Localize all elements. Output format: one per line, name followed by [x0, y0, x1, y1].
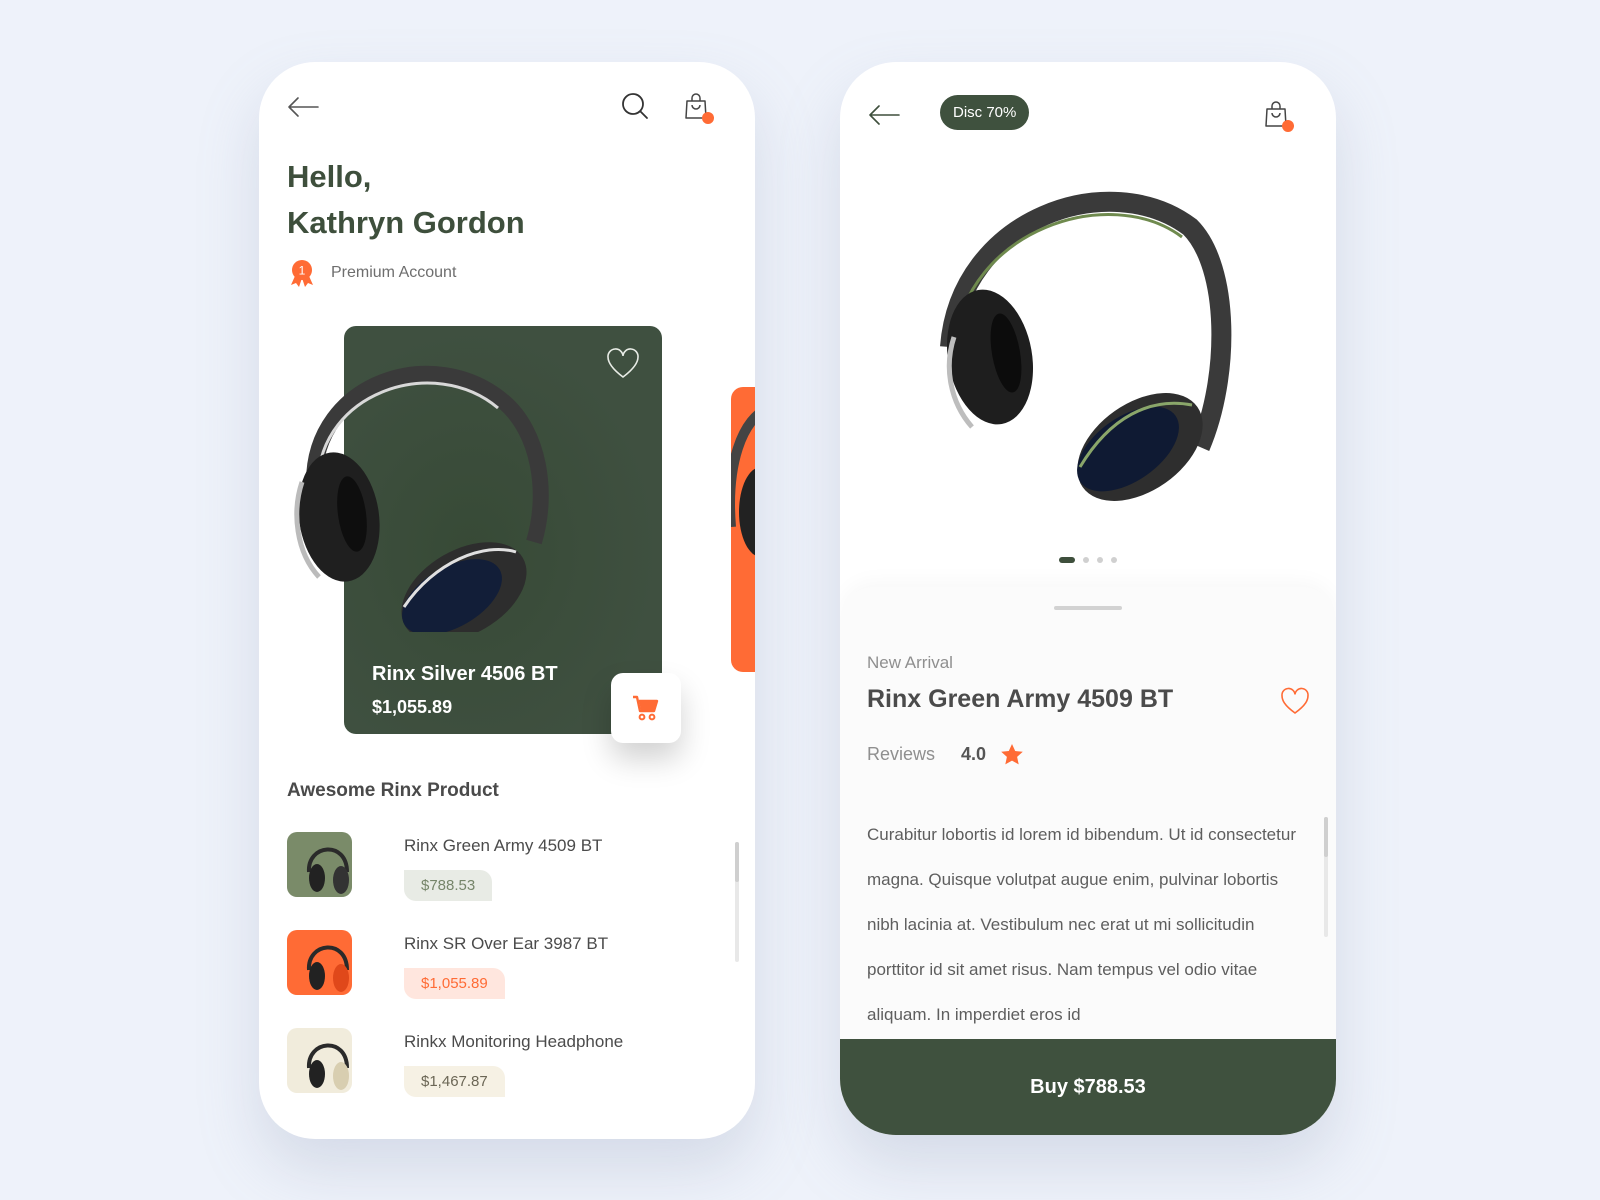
product-title: Rinx Green Army 4509 BT [867, 685, 1174, 713]
product-list: Rinx Green Army 4509 BT $788.53 Rinx SR … [287, 832, 727, 1126]
account-type-label: Premium Account [331, 264, 457, 281]
product-thumbnail [287, 832, 352, 897]
section-title: Awesome Rinx Product [287, 780, 499, 801]
star-icon [1001, 744, 1023, 765]
featured-headphone-image [294, 365, 549, 632]
greeting-hello: Hello, [287, 159, 372, 194]
notification-dot [702, 112, 714, 124]
carousel-dot[interactable] [1097, 557, 1103, 563]
next-product-card[interactable] [725, 387, 755, 672]
carousel-dot-active[interactable] [1059, 557, 1075, 563]
arrow-left-icon [288, 97, 319, 117]
product-list-scrollbar[interactable] [735, 842, 739, 962]
product-name: Rinkx Monitoring Headphone [404, 1032, 624, 1051]
add-to-cart-button[interactable] [611, 673, 681, 743]
product-price: $1,467.87 [404, 1066, 505, 1097]
product-list-item[interactable]: Rinx SR Over Ear 3987 BT $1,055.89 [287, 930, 727, 1028]
cart-icon [633, 695, 659, 721]
product-thumbnail [287, 1028, 352, 1093]
headphone-image [306, 847, 349, 894]
carousel-dot[interactable] [1111, 557, 1117, 563]
reviews-label: Reviews [867, 744, 936, 764]
product-description: Curabitur lobortis id lorem id bibendum.… [867, 825, 1296, 1024]
cart-bag-button[interactable] [1264, 100, 1294, 132]
cart-bag-button[interactable] [684, 92, 714, 124]
product-list-item[interactable]: Rinkx Monitoring Headphone $1,467.87 [287, 1028, 727, 1126]
product-thumbnail [287, 930, 352, 995]
arrow-left-icon [869, 105, 900, 125]
headphone-image [725, 410, 755, 556]
favorite-heart-icon[interactable] [606, 348, 640, 380]
search-icon [622, 93, 648, 119]
back-button[interactable] [868, 104, 900, 131]
sheet-drag-handle[interactable] [1054, 606, 1122, 610]
product-price: $1,055.89 [404, 968, 505, 999]
scrollbar-thumb[interactable] [735, 842, 739, 882]
search-button[interactable] [621, 92, 649, 120]
favorite-heart-icon[interactable] [1280, 687, 1310, 715]
product-name: Rinx Green Army 4509 BT [404, 836, 603, 855]
carousel-dot[interactable] [1083, 557, 1089, 563]
headphone-image [306, 1043, 349, 1090]
carousel-indicator [840, 557, 1336, 563]
buy-button[interactable]: Buy $788.53 [840, 1039, 1336, 1135]
greeting: Hello, Kathryn Gordon [287, 154, 525, 246]
reviews-row: Reviews 4.0 [867, 743, 1024, 766]
product-detail-screen: Disc 70% New Arrival Rinx Green Army 450… [840, 62, 1336, 1135]
rating-value: 4.0 [961, 744, 987, 764]
product-price: $788.53 [404, 870, 493, 901]
featured-product-name: Rinx Silver 4506 BT [372, 663, 558, 685]
featured-product-price: $1,055.89 [372, 697, 453, 717]
description-scrollbar[interactable] [1324, 817, 1328, 937]
product-list-item[interactable]: Rinx Green Army 4509 BT $788.53 [287, 832, 727, 930]
medal-icon: 1 [287, 258, 317, 288]
scrollbar-thumb[interactable] [1324, 817, 1328, 857]
discount-badge: Disc 70% [940, 95, 1030, 130]
account-status: 1 Premium Account [287, 258, 456, 288]
notification-dot [1282, 120, 1294, 132]
user-name: Kathryn Gordon [287, 205, 525, 240]
product-hero-image [940, 191, 1232, 501]
product-name: Rinx SR Over Ear 3987 BT [404, 934, 609, 953]
headphone-image [306, 945, 349, 992]
back-button[interactable] [287, 96, 319, 123]
svg-text:1: 1 [299, 264, 306, 278]
home-screen: Hello, Kathryn Gordon 1 Premium Account … [259, 62, 755, 1139]
product-tag: New Arrival [867, 653, 953, 672]
